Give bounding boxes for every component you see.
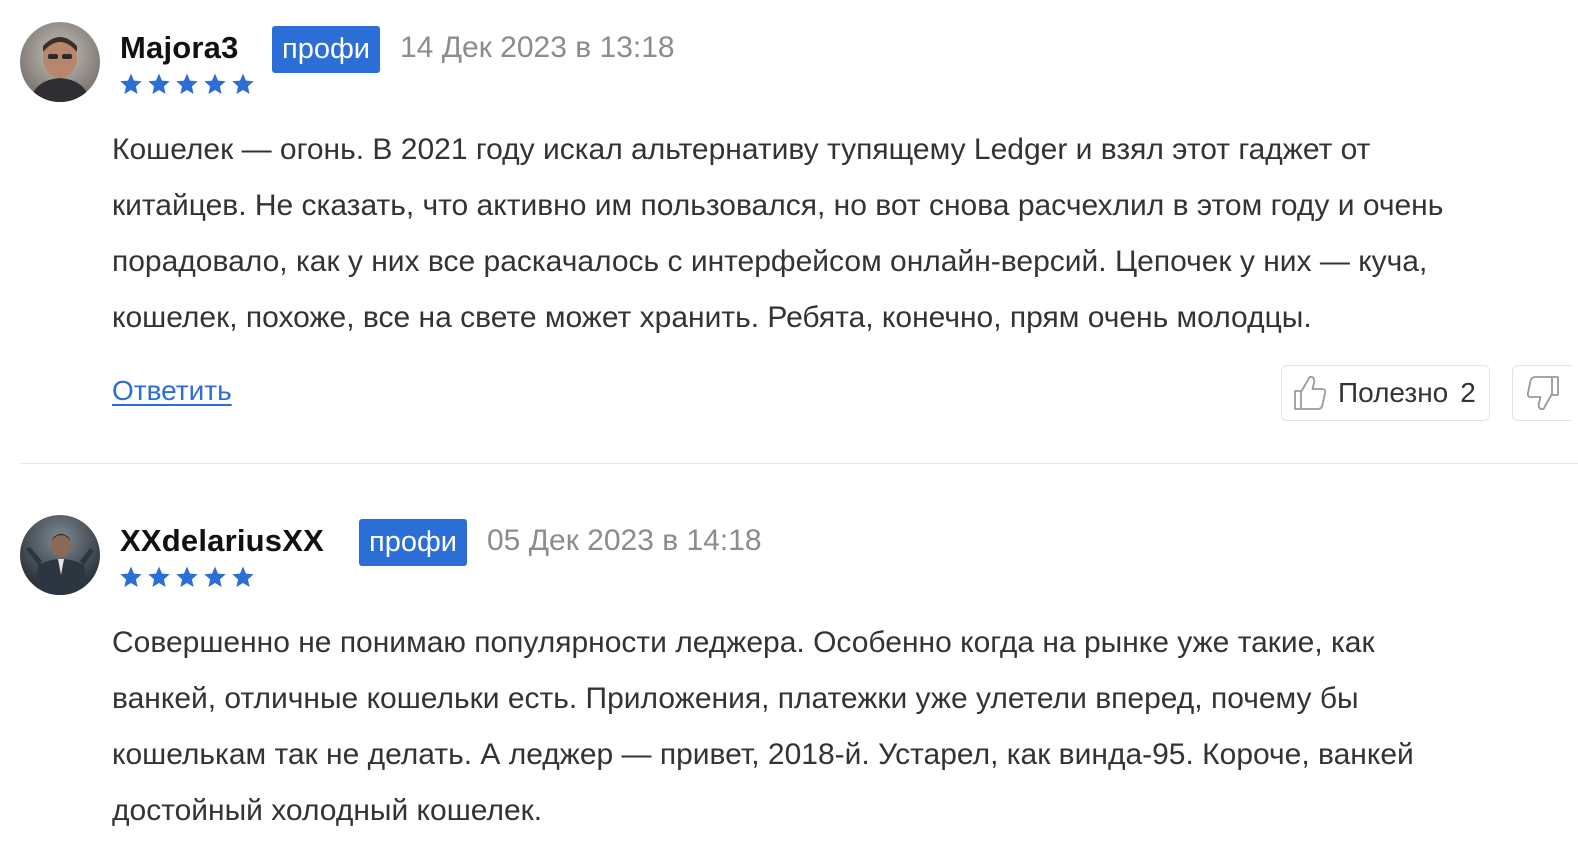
star-icon [176, 566, 198, 587]
star-icon [204, 566, 226, 587]
review-text-line: Совершенно не понимаю популярности ледже… [112, 626, 1375, 659]
review-text-line: достойный холодный кошелек. [112, 794, 543, 827]
rating-stars [119, 565, 255, 593]
review-card: XXdelariusXX профи 05 Дек 2023 в 14:18 С… [0, 493, 1578, 858]
thumbs-down-icon [1526, 376, 1559, 411]
star-icon [232, 566, 254, 587]
avatar[interactable] [20, 22, 100, 102]
star-icon [232, 73, 254, 94]
pro-badge: профи [359, 519, 467, 566]
avatar[interactable] [20, 515, 100, 595]
useful-count: 2 [1460, 377, 1476, 408]
divider [20, 463, 1578, 464]
pro-badge: профи [272, 26, 380, 73]
star-icon [120, 73, 142, 94]
username[interactable]: Majora3 [120, 30, 239, 66]
star-icon [148, 566, 170, 587]
review-card: Majora3 профи 14 Дек 2023 в 13:18 Кошеле… [0, 0, 1578, 465]
username[interactable]: XXdelariusXX [120, 523, 324, 559]
star-icon [204, 73, 226, 94]
not-useful-button[interactable] [1512, 365, 1572, 421]
review-date: 05 Дек 2023 в 14:18 [487, 524, 762, 557]
useful-label: Полезно [1338, 377, 1449, 408]
useful-button[interactable]: Полезно 2 [1281, 365, 1490, 421]
reply-link[interactable]: Ответить [112, 375, 232, 407]
star-icon [148, 73, 170, 94]
rating-stars [119, 72, 255, 100]
review-text: Кошелек — огонь. В 2021 году искал альте… [112, 122, 1572, 346]
review-date: 14 Дек 2023 в 13:18 [400, 31, 675, 64]
review-text-line: китайцев. Не сказать, что активно им пол… [112, 189, 1444, 222]
review-text: Совершенно не понимаю популярности ледже… [112, 615, 1572, 839]
star-icon [120, 566, 142, 587]
review-text-line: порадовало, как у них все раскачалось с … [112, 245, 1428, 278]
review-text-line: Кошелек — огонь. В 2021 году искал альте… [112, 133, 1371, 166]
thumbs-up-icon [1294, 375, 1327, 410]
review-text-line: кошелек, похоже, все на свете может хран… [112, 301, 1312, 334]
star-icon [176, 73, 198, 94]
review-text-line: кошелькам так не делать. А леджер — прив… [112, 738, 1414, 771]
review-text-line: ванкей, отличные кошельки есть. Приложен… [112, 682, 1359, 715]
